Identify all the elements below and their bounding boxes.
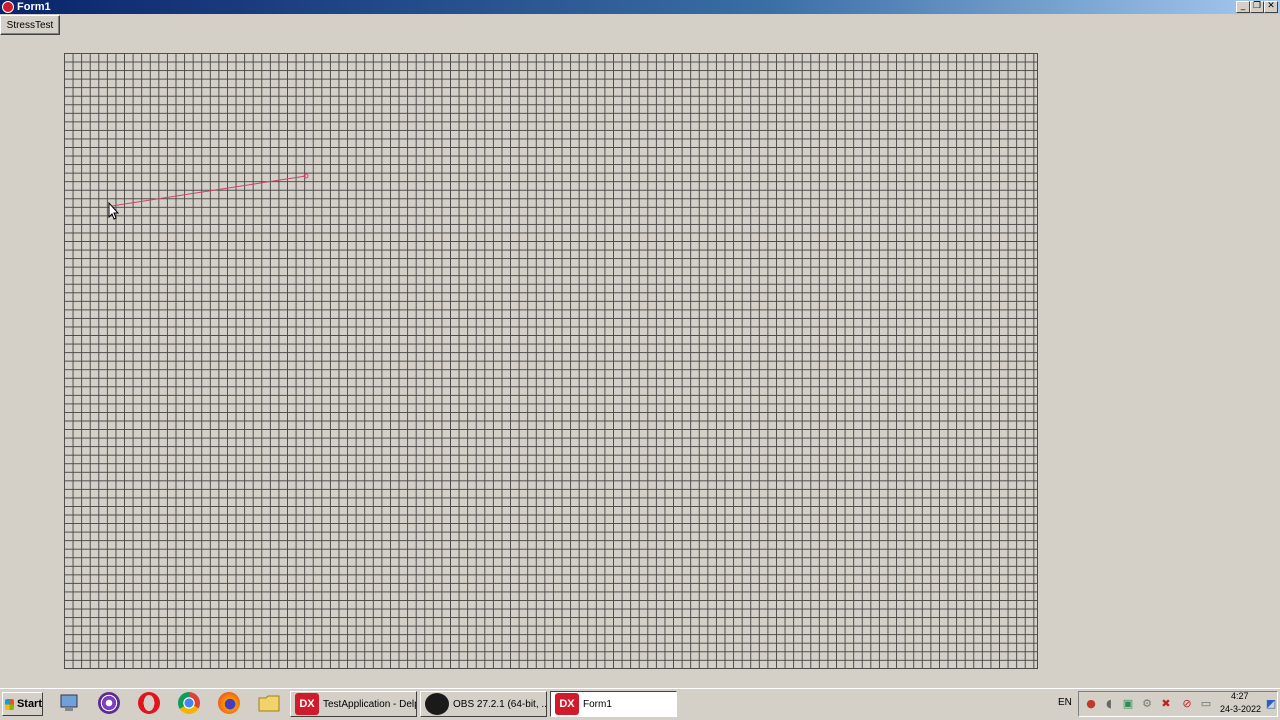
alert-tray-icon[interactable]: ⊘ — [1180, 697, 1194, 711]
start-button[interactable]: Start — [2, 692, 43, 716]
quicklaunch-chrome[interactable] — [177, 692, 201, 714]
tor-browser-icon — [98, 692, 120, 714]
opera-icon — [138, 692, 160, 714]
task-label: OBS 27.2.1 (64-bit, ... — [453, 698, 547, 710]
obs-tray-icon[interactable]: ● — [1084, 697, 1098, 711]
task-label: Form1 — [583, 698, 612, 710]
title-bar[interactable]: Form1 — [0, 0, 1280, 14]
app-icon[interactable] — [2, 1, 14, 13]
start-label: Start — [16, 698, 42, 710]
task-testapplication[interactable]: DX TestApplication - Delp... — [290, 691, 417, 717]
security-tray-icon[interactable]: ✖ — [1159, 697, 1173, 711]
quicklaunch-tor[interactable] — [97, 692, 121, 714]
obs-icon — [425, 693, 449, 715]
delphi-icon: DX — [295, 693, 319, 715]
minimize-icon: _ — [1240, 1, 1246, 11]
language-indicator[interactable]: EN — [1058, 697, 1072, 708]
task-label: TestApplication - Delp... — [323, 698, 416, 710]
volume-icon[interactable]: ◖ — [1102, 697, 1116, 711]
restore-icon: ❐ — [1252, 1, 1262, 11]
chrome-icon — [178, 692, 200, 714]
quicklaunch-explorer[interactable] — [257, 692, 281, 714]
close-button[interactable]: ✕ — [1264, 1, 1278, 13]
settings-tray-icon[interactable]: ⚙ — [1140, 697, 1154, 711]
task-obs[interactable]: OBS 27.2.1 (64-bit, ... — [420, 691, 547, 717]
clock-date[interactable]: 24-3-2022 — [1220, 704, 1261, 714]
stress-test-button[interactable]: StressTest — [0, 15, 60, 35]
computer-icon — [60, 694, 78, 711]
minimize-button[interactable]: _ — [1236, 1, 1250, 13]
windows-flag-icon — [5, 698, 14, 710]
quicklaunch-computer[interactable] — [57, 692, 81, 714]
task-form1[interactable]: DX Form1 — [550, 691, 677, 717]
window-title: Form1 — [17, 1, 51, 13]
firefox-icon — [218, 692, 240, 714]
quicklaunch-firefox[interactable] — [217, 692, 241, 714]
show-desktop-icon[interactable]: ◩ — [1264, 697, 1278, 711]
display-tray-icon[interactable]: ▭ — [1199, 697, 1213, 711]
clock-time[interactable]: 4:27 — [1231, 691, 1249, 701]
quicklaunch-opera[interactable] — [137, 692, 161, 714]
folder-icon — [258, 695, 280, 712]
network-icon[interactable]: ▣ — [1121, 697, 1135, 711]
restore-button[interactable]: ❐ — [1250, 1, 1264, 13]
close-icon: ✕ — [1267, 1, 1275, 11]
delphi-icon: DX — [555, 693, 579, 715]
grid-canvas[interactable] — [64, 53, 1038, 669]
